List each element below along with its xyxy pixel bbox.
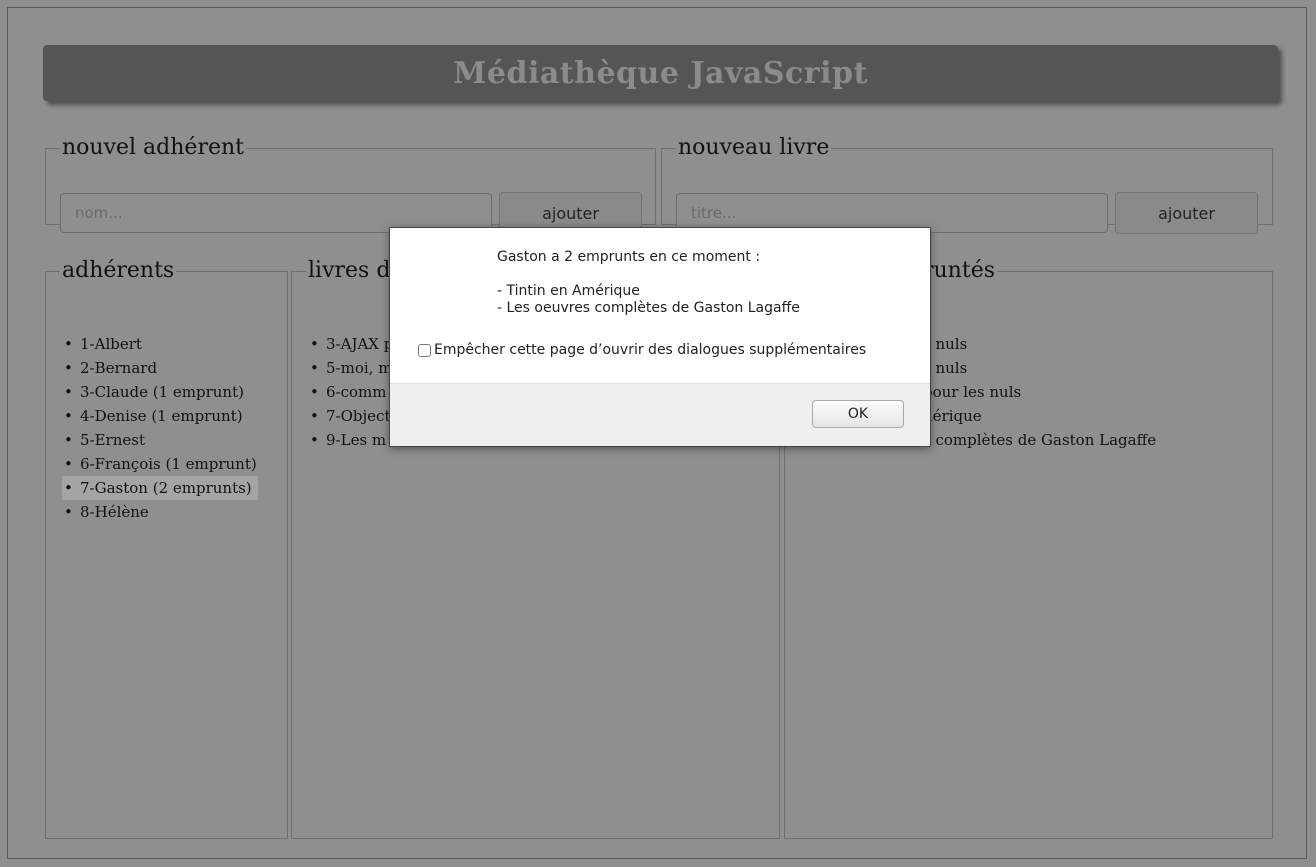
dialog-message-line: - Les oeuvres complètes de Gaston Lagaff… [497, 300, 800, 316]
new-member-legend: nouvel adhérent [62, 135, 244, 160]
suppress-dialogs-option[interactable]: Empêcher cette page d’ouvrir des dialogu… [418, 342, 866, 358]
ok-button[interactable]: OK [812, 400, 904, 428]
members-legend: adhérents [62, 258, 175, 283]
available-books-legend: livres d [308, 258, 391, 283]
member-item[interactable]: 8-Hélène [62, 500, 275, 524]
dialog-message-line: - Tintin en Amérique [497, 283, 640, 299]
member-item[interactable]: 5-Ernest [62, 428, 275, 452]
members-panel: adhérents 1-Albert 2-Bernard 3-Claude (1… [45, 260, 288, 839]
new-book-legend: nouveau livre [678, 135, 830, 160]
dialog-spacer [497, 266, 800, 283]
new-book-form: nouveau livre ajouter [661, 135, 1273, 234]
suppress-dialogs-checkbox[interactable] [418, 343, 431, 357]
borrowed-book-item[interactable]: s complètes de Gaston Lagaffe [921, 428, 1260, 452]
alert-dialog: Gaston a 2 emprunts en ce moment : - Tin… [389, 227, 931, 447]
member-item[interactable]: 4-Denise (1 emprunt) [62, 404, 275, 428]
new-member-form: nouvel adhérent ajouter [45, 135, 656, 234]
dialog-message: Gaston a 2 emprunts en ce moment : - Tin… [497, 249, 800, 317]
member-item[interactable]: 2-Bernard [62, 356, 275, 380]
borrowed-books-legend: runtés [923, 258, 996, 283]
borrowed-book-item[interactable]: pour les nuls [921, 380, 1260, 404]
dialog-message-line: Gaston a 2 emprunts en ce moment : [497, 249, 761, 265]
add-book-button[interactable]: ajouter [1115, 192, 1258, 234]
members-list: 1-Albert 2-Bernard 3-Claude (1 emprunt) … [62, 332, 275, 524]
borrowed-book-item[interactable]: s nuls [921, 356, 1260, 380]
borrowed-book-item[interactable]: s nuls [921, 332, 1260, 356]
member-item[interactable]: 3-Claude (1 emprunt) [62, 380, 275, 404]
app-header: Médiathèque JavaScript [43, 45, 1278, 101]
dialog-footer: OK [390, 383, 930, 446]
dialog-body: Gaston a 2 emprunts en ce moment : - Tin… [390, 228, 930, 385]
member-item-selected[interactable]: 7-Gaston (2 emprunts) [62, 476, 258, 500]
borrowed-book-item[interactable]: nérique [921, 404, 1260, 428]
borrowed-books-list: s nuls s nuls pour les nuls nérique s co… [921, 332, 1260, 452]
member-item[interactable]: 1-Albert [62, 332, 275, 356]
app-title: Médiathèque JavaScript [453, 55, 868, 91]
suppress-dialogs-label: Empêcher cette page d’ouvrir des dialogu… [434, 342, 867, 358]
member-item[interactable]: 6-François (1 emprunt) [62, 452, 275, 476]
